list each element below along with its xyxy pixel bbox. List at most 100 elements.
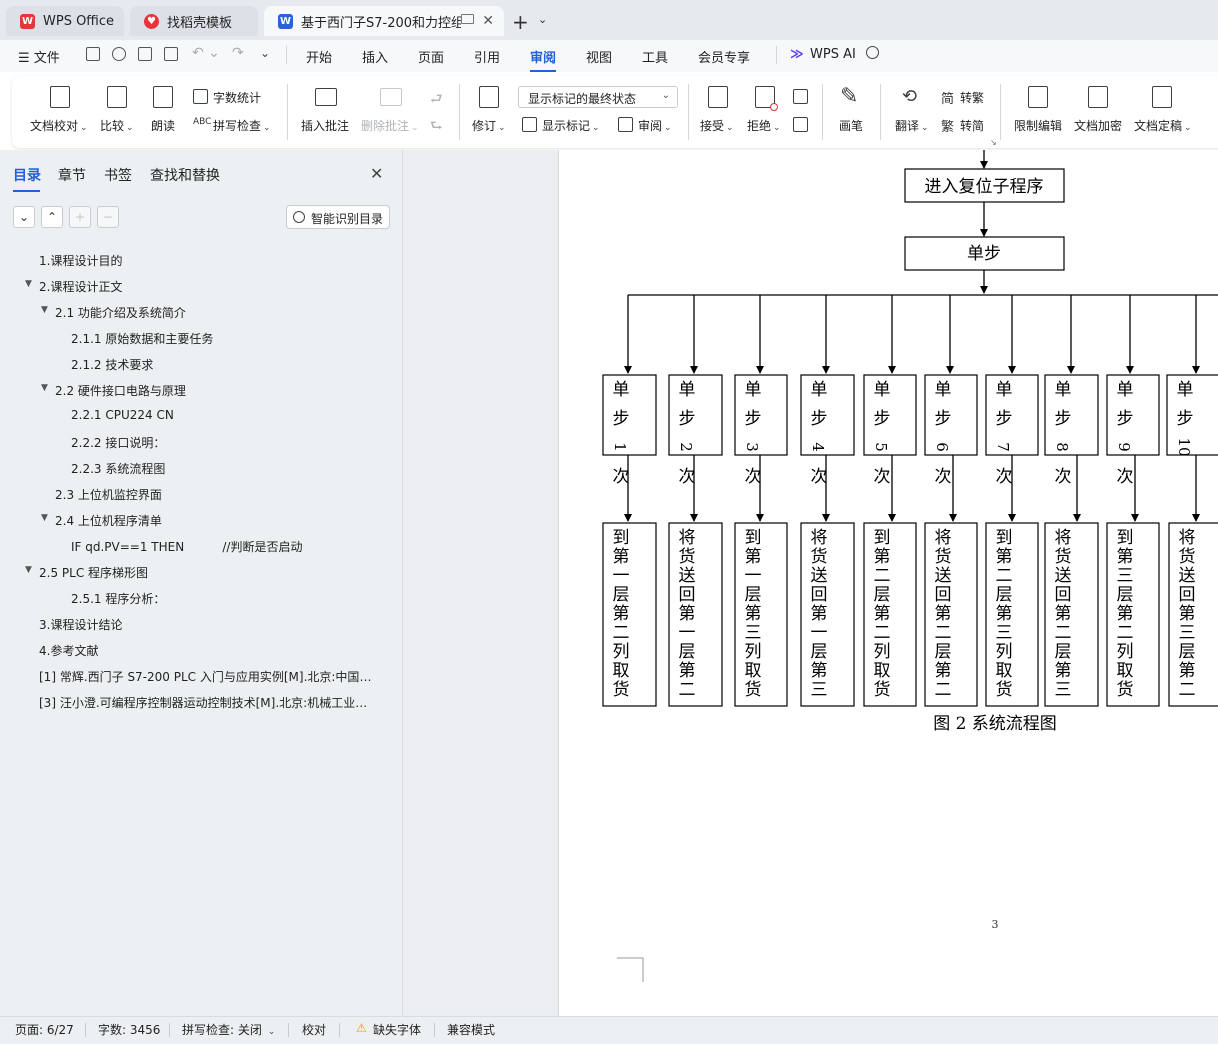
- search-icon[interactable]: [866, 46, 879, 59]
- nav-tab-bookmarks[interactable]: 书签: [104, 165, 132, 185]
- document-page[interactable]: 进入复位子程序 单步 单步1次到第一层第二列取货单步2次将货送回第一层第二单步3…: [558, 150, 1218, 1016]
- add-heading-button[interactable]: +: [69, 206, 91, 228]
- toc-item[interactable]: 3.课程设计结论: [39, 616, 122, 633]
- nav-tab-sections[interactable]: 章节: [58, 165, 86, 185]
- toc-item[interactable]: IF qd.PV==1 THEN //判断是否启动: [71, 538, 302, 555]
- finalize-label: 文档定稿 ⌄: [1134, 119, 1192, 133]
- toc-item[interactable]: 2.5.1 程序分析：: [71, 590, 165, 607]
- toc-item[interactable]: 2.1 功能介绍及系统简介: [55, 304, 186, 321]
- toc-item-label: IF qd.PV==1 THEN //判断是否启动: [71, 540, 303, 554]
- menu-home[interactable]: 开始: [306, 47, 332, 66]
- collapse-triangle-icon[interactable]: ▼: [41, 305, 48, 315]
- review-pane-button[interactable]: 审阅 ⌄: [638, 117, 672, 134]
- next-change-icon[interactable]: [793, 117, 808, 132]
- flow-action-char: 一: [613, 566, 630, 586]
- toc-item[interactable]: 2.3 上位机监控界面: [55, 486, 162, 503]
- spell-check-indicator[interactable]: 拼写检查: 关闭 ⌄: [182, 1021, 275, 1038]
- word-count-indicator[interactable]: 字数: 3456: [98, 1021, 160, 1038]
- collapse-triangle-icon[interactable]: ▼: [25, 565, 32, 575]
- menu-review[interactable]: 审阅: [530, 47, 557, 72]
- tab-wps-office[interactable]: W WPS Office: [6, 6, 124, 36]
- new-tab-icon[interactable]: +: [512, 10, 529, 34]
- toc-item[interactable]: 4.参考文献: [39, 642, 98, 659]
- flow-step-char: 4: [809, 442, 827, 452]
- toc-item[interactable]: [1] 常辉.西门子 S7-200 PLC 入门与应用实例[M].北京:中国电力…: [39, 668, 379, 685]
- expand-group-icon[interactable]: ↘: [990, 138, 997, 147]
- wps-ai-button[interactable]: WPS AI: [810, 47, 856, 62]
- toc-item[interactable]: 2.课程设计正文: [39, 278, 122, 295]
- proofread-text: 文档校对: [30, 119, 79, 133]
- toc-item[interactable]: 2.2.1 CPU224 CN: [71, 408, 174, 422]
- toc-item[interactable]: 2.1.2 技术要求: [71, 356, 153, 373]
- tab-document[interactable]: W 基于西门子S7-200和力控组态 ✕: [264, 6, 504, 36]
- flow-step-char: 单: [996, 380, 1013, 400]
- chevron-down-icon[interactable]: ⌄: [538, 13, 547, 26]
- divider: [1000, 84, 1001, 140]
- flow-step-char: 次: [1117, 467, 1134, 487]
- accept-text: 接受: [700, 119, 725, 133]
- show-markup-button[interactable]: 显示标记 ⌄: [542, 117, 600, 134]
- previous-change-icon[interactable]: [793, 89, 808, 104]
- collapse-triangle-icon[interactable]: ▼: [25, 279, 32, 289]
- toc-item[interactable]: 2.2 硬件接口电路与原理: [55, 382, 186, 399]
- next-comment-icon[interactable]: ⮑: [430, 115, 443, 139]
- proof-indicator[interactable]: 校对: [302, 1021, 326, 1038]
- share-icon[interactable]: [112, 47, 126, 61]
- close-icon[interactable]: ✕: [370, 164, 383, 183]
- menu-insert[interactable]: 插入: [362, 47, 388, 66]
- flow-action-char: 二: [679, 680, 696, 700]
- menu-page[interactable]: 页面: [418, 47, 444, 66]
- toc-item[interactable]: 1.课程设计目的: [39, 252, 122, 269]
- redo-icon[interactable]: ↷: [232, 45, 244, 61]
- nav-tab-find-replace[interactable]: 查找和替换: [150, 165, 220, 185]
- delete-comment-label: 删除批注 ⌄: [361, 119, 419, 133]
- word-count-button[interactable]: 字数统计: [213, 89, 261, 106]
- flow-action-char: 列: [745, 642, 762, 662]
- menu-references[interactable]: 引用: [474, 47, 500, 66]
- menu-member[interactable]: 会员专享: [698, 47, 750, 66]
- flow-action-char: 列: [613, 642, 630, 662]
- print-preview-icon[interactable]: [164, 47, 178, 61]
- file-menu[interactable]: ☰ 文件: [18, 47, 60, 66]
- toc-item[interactable]: 2.5 PLC 程序梯形图: [39, 564, 148, 581]
- tab-template-store[interactable]: ♥ 找稻壳模板: [130, 6, 258, 36]
- to-traditional-button[interactable]: 转繁: [960, 89, 984, 106]
- remove-heading-button[interactable]: −: [97, 206, 119, 228]
- to-simplified-button[interactable]: 转简: [960, 117, 984, 134]
- toc-item[interactable]: 2.2.2 接口说明：: [71, 434, 165, 451]
- compare-label: 比较 ⌄: [100, 119, 134, 133]
- collapse-all-button[interactable]: ⌃: [41, 206, 63, 228]
- flow-action-char: 取: [996, 661, 1013, 681]
- flow-step-char: 单: [745, 380, 762, 400]
- menu-tools[interactable]: 工具: [642, 47, 668, 66]
- toc-item[interactable]: 2.2.3 系统流程图: [71, 460, 165, 477]
- page-indicator[interactable]: 页面: 6/27: [15, 1021, 74, 1038]
- flow-step-char: 次: [996, 467, 1013, 487]
- smart-toc-button[interactable]: 智能识别目录: [286, 205, 390, 229]
- missing-font-indicator[interactable]: 缺失字体: [373, 1021, 421, 1038]
- previous-comment-icon[interactable]: ⮐: [430, 88, 443, 112]
- markup-state-select[interactable]: 显示标记的最终状态 ⌄: [518, 86, 678, 108]
- toc-item[interactable]: [3] 汪小澄.可编程序控制器运动控制技术[M].北京:机械工业出版社: [39, 694, 379, 711]
- flow-action-char: 货: [935, 547, 952, 567]
- close-icon[interactable]: ✕: [482, 13, 494, 29]
- undo-icon[interactable]: ↶ ⌄: [192, 45, 220, 61]
- spell-check-button[interactable]: 拼写检查 ⌄: [213, 117, 271, 134]
- print-icon[interactable]: [138, 47, 152, 61]
- toc-item-label: 2.2.3 系统流程图: [71, 462, 166, 476]
- compat-mode-indicator[interactable]: 兼容模式: [447, 1021, 495, 1038]
- collapse-triangle-icon[interactable]: ▼: [41, 383, 48, 393]
- collapse-triangle-icon[interactable]: ▼: [41, 513, 48, 523]
- expand-all-button[interactable]: ⌄: [13, 206, 35, 228]
- nav-tab-toc[interactable]: 目录: [13, 165, 41, 192]
- save-icon[interactable]: [86, 47, 100, 61]
- menu-view[interactable]: 视图: [586, 47, 612, 66]
- toc-item[interactable]: 2.1.1 原始数据和主要任务: [71, 330, 213, 347]
- chevron-down-icon[interactable]: ⌄: [260, 46, 270, 60]
- flow-box-action: [668, 522, 723, 707]
- toc-item[interactable]: 2.4 上位机程序清单: [55, 512, 162, 529]
- toc-item-label: 3.课程设计结论: [39, 618, 123, 632]
- flow-action-char: 层: [874, 585, 891, 605]
- flow-action-char: 送: [679, 566, 696, 586]
- accept-icon: [708, 86, 728, 108]
